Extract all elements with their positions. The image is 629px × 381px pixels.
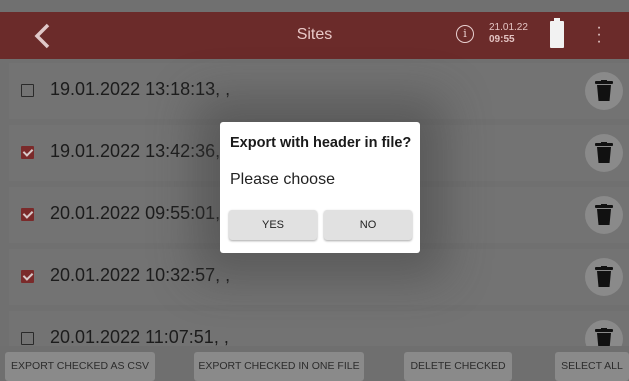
row-checkbox[interactable] <box>21 146 34 159</box>
trash-icon <box>595 142 613 163</box>
battery-icon <box>550 18 564 48</box>
export-dialog: Export with header in file? Please choos… <box>220 122 420 253</box>
delete-button[interactable] <box>585 134 623 172</box>
site-label: 20.01.2022 10:32:57, , <box>50 265 231 285</box>
time-text: 09:55 <box>489 34 515 45</box>
delete-checked-button[interactable]: DELETE CHECKED <box>404 352 512 381</box>
list-item[interactable]: 19.01.2022 13:18:13, , <box>9 63 629 119</box>
datetime: 21.01.22 09:55 <box>489 22 528 46</box>
dialog-title: Export with header in file? <box>230 135 412 151</box>
no-button[interactable]: NO <box>324 210 412 240</box>
row-checkbox[interactable] <box>21 270 34 283</box>
list-item[interactable]: 20.01.2022 10:32:57, , <box>9 249 629 305</box>
row-checkbox[interactable] <box>21 208 34 221</box>
trash-icon <box>595 80 613 101</box>
app-header: Sites i 21.01.22 09:55 · · · <box>0 12 629 59</box>
action-bar: EXPORT CHECKED AS CSV EXPORT CHECKED IN … <box>0 346 629 381</box>
delete-button[interactable] <box>585 72 623 110</box>
row-checkbox[interactable] <box>21 84 34 97</box>
info-icon[interactable]: i <box>456 25 474 43</box>
site-label: 19.01.2022 13:18:13, , <box>50 79 231 99</box>
export-csv-button[interactable]: EXPORT CHECKED AS CSV <box>5 352 155 381</box>
yes-button[interactable]: YES <box>229 210 317 240</box>
site-label: 20.01.2022 11:07:51, , <box>50 327 229 347</box>
export-one-file-button[interactable]: EXPORT CHECKED IN ONE FILE <box>194 352 364 381</box>
site-label: 19.01.2022 13:42:36, , <box>50 141 231 161</box>
more-vert-icon[interactable]: · · · <box>592 20 606 50</box>
trash-icon <box>595 204 613 225</box>
select-all-button[interactable]: SELECT ALL <box>555 352 629 381</box>
dialog-message: Please choose <box>230 171 335 188</box>
delete-button[interactable] <box>585 258 623 296</box>
trash-icon <box>595 266 613 287</box>
date-text: 21.01.22 <box>489 22 528 33</box>
row-checkbox[interactable] <box>21 332 34 345</box>
site-label: 20.01.2022 09:55:01, , <box>50 203 231 223</box>
delete-button[interactable] <box>585 196 623 234</box>
page-title: Sites <box>296 26 333 43</box>
